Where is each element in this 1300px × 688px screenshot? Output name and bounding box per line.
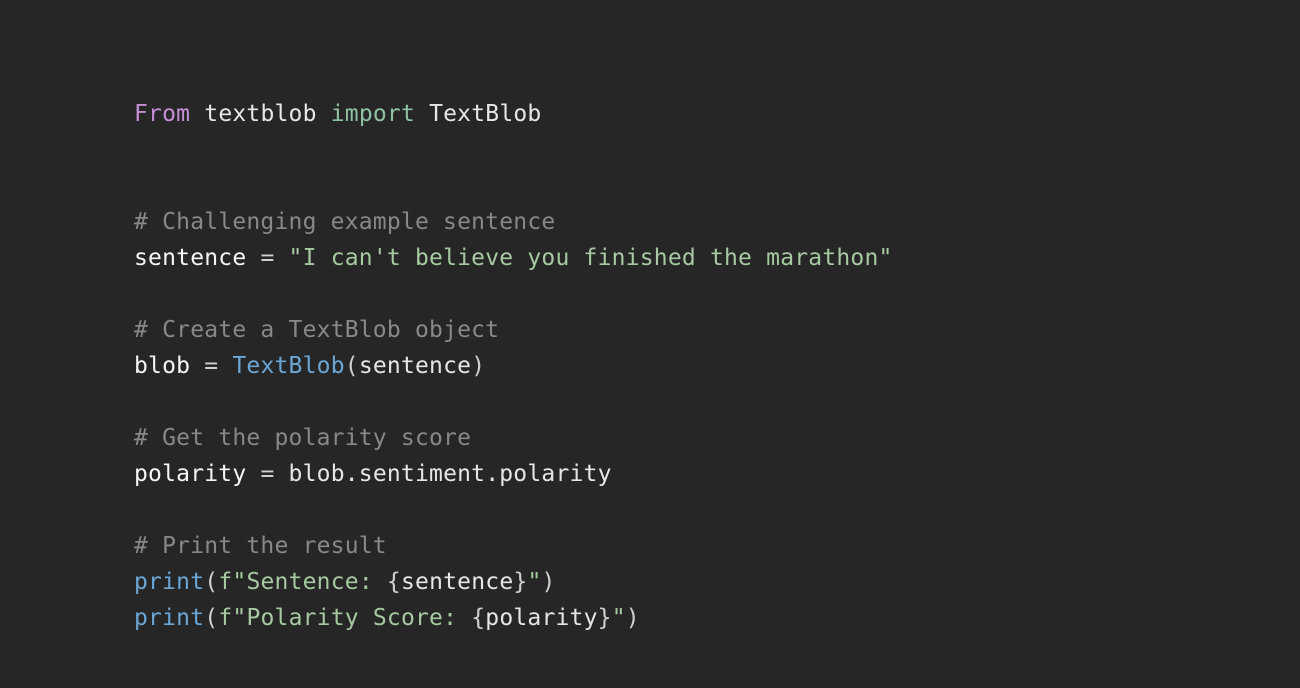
- keyword-import: import: [331, 101, 415, 127]
- identifier: blob: [134, 353, 190, 379]
- fstring-brace: {: [471, 605, 485, 631]
- fstring-prefix: f: [218, 605, 232, 631]
- string-quote: ": [527, 569, 541, 595]
- code-line: sentence = "I can't believe you finished…: [134, 245, 893, 271]
- fstring-brace: {: [387, 569, 401, 595]
- code-line: blob = TextBlob(sentence): [134, 353, 485, 379]
- punctuation: ): [471, 353, 485, 379]
- identifier: sentence: [134, 245, 246, 271]
- operator: =: [190, 353, 232, 379]
- fstring-prefix: f: [218, 569, 232, 595]
- identifier: polarity: [485, 605, 597, 631]
- comment: # Print the result: [134, 533, 387, 559]
- code-line: From textblob import TextBlob: [134, 101, 541, 127]
- string-quote: ": [232, 605, 246, 631]
- comment: # Challenging example sentence: [134, 209, 555, 235]
- punctuation: (: [204, 605, 218, 631]
- code-line: print(f"Polarity Score: {polarity}"): [134, 605, 640, 631]
- punctuation: (: [345, 353, 359, 379]
- keyword-from: From: [134, 101, 190, 127]
- identifier: textblob: [204, 101, 316, 127]
- class-name: TextBlob: [232, 353, 344, 379]
- builtin-function: print: [134, 569, 204, 595]
- identifier: TextBlob: [429, 101, 541, 127]
- string-quote: ": [612, 605, 626, 631]
- fstring-brace: }: [598, 605, 612, 631]
- code-block: From textblob import TextBlob # Challeng…: [0, 0, 1300, 636]
- code-line: # Get the polarity score: [134, 425, 471, 451]
- fstring-brace: }: [513, 569, 527, 595]
- code-line: # Create a TextBlob object: [134, 317, 499, 343]
- identifier: polarity: [134, 461, 246, 487]
- string-literal: "I can't believe you finished the marath…: [289, 245, 893, 271]
- code-line: polarity = blob.sentiment.polarity: [134, 461, 612, 487]
- operator: =: [246, 461, 288, 487]
- string-text: Polarity Score:: [246, 605, 471, 631]
- operator: =: [246, 245, 288, 271]
- identifier: sentence: [401, 569, 513, 595]
- punctuation: (: [204, 569, 218, 595]
- comment: # Create a TextBlob object: [134, 317, 499, 343]
- expression: blob.sentiment.polarity: [289, 461, 612, 487]
- punctuation: ): [626, 605, 640, 631]
- builtin-function: print: [134, 605, 204, 631]
- code-line: # Print the result: [134, 533, 387, 559]
- string-text: Sentence:: [246, 569, 386, 595]
- identifier: sentence: [359, 353, 471, 379]
- code-line: print(f"Sentence: {sentence}"): [134, 569, 556, 595]
- code-line: # Challenging example sentence: [134, 209, 555, 235]
- comment: # Get the polarity score: [134, 425, 471, 451]
- punctuation: ): [542, 569, 556, 595]
- string-quote: ": [232, 569, 246, 595]
